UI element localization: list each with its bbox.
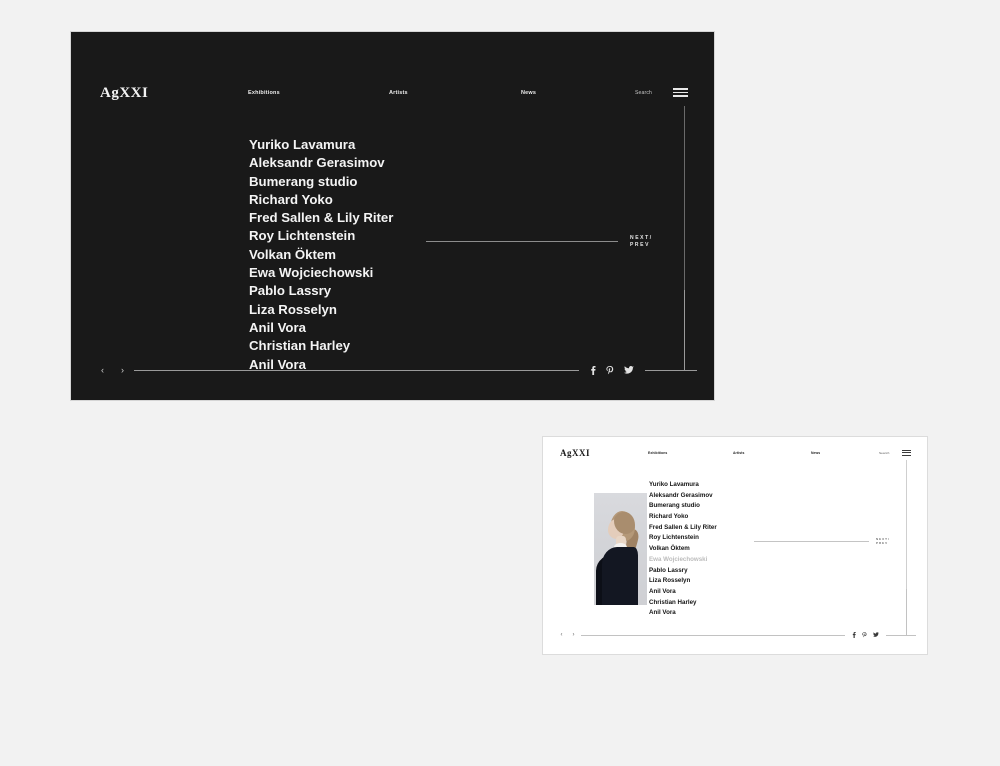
artist-list-item[interactable]: Roy Lichtenstein	[249, 227, 393, 245]
nav-item-exhibitions[interactable]: Exhibitions	[648, 451, 667, 455]
footer-rule	[581, 634, 845, 636]
artist-list-item[interactable]: Christian Harley	[249, 337, 393, 355]
artist-list-item[interactable]: Yuriko Lavamura	[649, 480, 717, 491]
footer-rule	[134, 369, 579, 371]
artist-list-item[interactable]: Fred Sallen & Lily Riter	[649, 523, 717, 534]
twitter-icon[interactable]	[873, 632, 879, 638]
social-links	[585, 365, 639, 375]
next-prev-rule	[426, 241, 618, 243]
artist-list-item[interactable]: Volkan Öktem	[649, 544, 717, 555]
next-prev-control[interactable]: NEXT/ PREV	[754, 537, 890, 545]
artist-hover-preview-image	[594, 493, 647, 605]
nav-item-artists[interactable]: Artists	[389, 90, 408, 96]
artist-list-item[interactable]: Anil Vora	[249, 319, 393, 337]
footer-next-arrow[interactable]: ›	[117, 365, 128, 375]
nav-item-exhibitions[interactable]: Exhibitions	[248, 90, 280, 96]
artist-list-item[interactable]: Ewa Wojciechowski	[249, 264, 393, 282]
next-prev-control[interactable]: NEXT/ PREV	[426, 235, 653, 249]
hamburger-line-3	[902, 454, 911, 456]
artist-list-item[interactable]: Bumerang studio	[249, 173, 393, 191]
facebook-icon[interactable]	[590, 365, 596, 375]
footer-next-arrow[interactable]: ›	[570, 632, 577, 638]
light-mockup-panel: AgXXI Exhibitions Artists News Search Yu…	[543, 437, 927, 654]
screenshot-canvas: AgXXI Exhibitions Artists News Search Yu…	[0, 0, 1000, 766]
search-link[interactable]: Search	[635, 90, 652, 96]
dark-mockup-panel: AgXXI Exhibitions Artists News Search Yu…	[71, 32, 714, 400]
footer-corner-rule	[684, 290, 685, 370]
dark-footer: ‹ ›	[97, 363, 697, 377]
hamburger-menu-icon[interactable]	[902, 450, 911, 456]
pinterest-icon[interactable]	[862, 632, 867, 638]
light-footer: ‹ ›	[558, 630, 916, 640]
artist-list-item[interactable]: Anil Vora	[649, 608, 717, 619]
artist-list-item[interactable]: Aleksandr Gerasimov	[249, 154, 393, 172]
artist-list-item[interactable]: Bumerang studio	[649, 501, 717, 512]
nav-item-news[interactable]: News	[521, 90, 536, 96]
pinterest-icon[interactable]	[606, 365, 614, 375]
next-prev-rule	[754, 540, 869, 542]
artist-list: Yuriko Lavamura Aleksandr Gerasimov Bumera…	[249, 136, 393, 374]
artist-list-item[interactable]: Volkan Öktem	[249, 246, 393, 264]
nav-item-news[interactable]: News	[811, 451, 820, 455]
prev-label[interactable]: PREV	[630, 242, 653, 249]
artist-list-item[interactable]: Pablo Lassry	[649, 566, 717, 577]
artist-list-item[interactable]: Anil Vora	[649, 587, 717, 598]
artist-list-item[interactable]: Christian Harley	[649, 598, 717, 609]
artist-list-item[interactable]: Richard Yoko	[249, 191, 393, 209]
artist-list-item[interactable]: Fred Sallen & Lily Riter	[249, 209, 393, 227]
hamburger-line-2	[673, 91, 688, 94]
artist-list-item[interactable]: Aleksandr Gerasimov	[649, 491, 717, 502]
search-link[interactable]: Search	[879, 451, 889, 455]
footer-rule-tail	[645, 369, 697, 371]
coat	[602, 547, 638, 605]
footer-rule-tail	[886, 634, 916, 636]
artist-list-item[interactable]: Pablo Lassry	[249, 282, 393, 300]
twitter-icon[interactable]	[624, 365, 634, 375]
artist-list-item[interactable]: Ewa Wojciechowski	[649, 555, 717, 566]
logo[interactable]: AgXXI	[100, 85, 148, 102]
artist-list-item[interactable]: Roy Lichtenstein	[649, 533, 717, 544]
social-links	[849, 632, 882, 638]
hamburger-line-3	[673, 95, 688, 97]
hamburger-line-2	[902, 452, 911, 454]
hamburger-line-1	[902, 450, 911, 451]
hamburger-line-1	[673, 88, 688, 90]
nav-item-artists[interactable]: Artists	[733, 451, 744, 455]
logo[interactable]: AgXXI	[560, 448, 590, 458]
artist-list-item[interactable]: Liza Rosselyn	[649, 576, 717, 587]
facebook-icon[interactable]	[852, 632, 856, 638]
artist-list-item[interactable]: Richard Yoko	[649, 512, 717, 523]
footer-prev-arrow[interactable]: ‹	[558, 632, 565, 638]
artist-list-item[interactable]: Yuriko Lavamura	[249, 136, 393, 154]
hamburger-menu-icon[interactable]	[673, 88, 688, 97]
hair-front	[614, 512, 635, 534]
footer-corner-rule	[906, 589, 907, 635]
next-label[interactable]: NEXT/	[630, 235, 653, 242]
artist-list: Yuriko Lavamura Aleksandr Gerasimov Bumera…	[649, 480, 717, 619]
artist-list-item[interactable]: Liza Rosselyn	[249, 301, 393, 319]
footer-prev-arrow[interactable]: ‹	[97, 365, 108, 375]
prev-label[interactable]: PREV	[876, 541, 890, 545]
